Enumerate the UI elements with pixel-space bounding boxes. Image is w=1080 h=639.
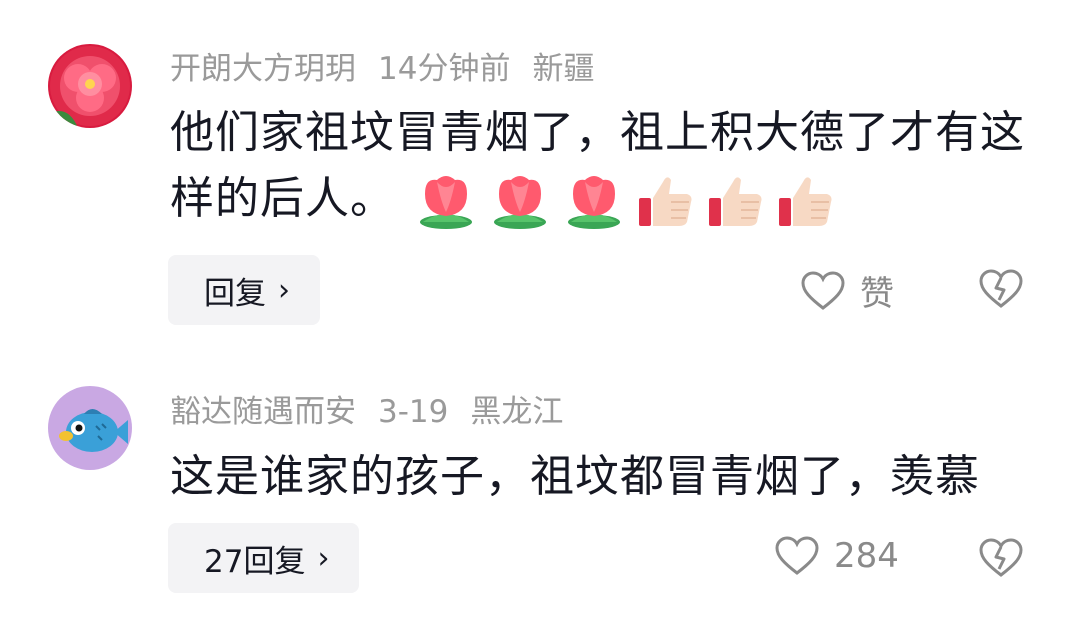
- thumbs-up-emoji: [709, 177, 762, 226]
- reply-button[interactable]: 回复 ›: [168, 255, 320, 325]
- thumbs-up-emoji: [639, 177, 692, 226]
- broken-heart-icon: [979, 538, 1023, 577]
- tulip-emoji: [420, 176, 472, 229]
- location: 新疆: [532, 51, 595, 87]
- emoji-row: [415, 172, 835, 230]
- location: 黑龙江: [470, 394, 564, 430]
- comment-text: 他们家祖坟冒青烟了，祖上积大德了才有这样的后人。: [170, 100, 1050, 232]
- broken-heart-icon: [979, 269, 1023, 308]
- fish-icon: [48, 386, 132, 470]
- like-button[interactable]: 284: [774, 535, 899, 577]
- like-count: 赞: [860, 274, 894, 314]
- chevron-right-icon: ›: [278, 272, 290, 308]
- username[interactable]: 豁达随遇而安: [170, 394, 356, 430]
- dislike-button[interactable]: [978, 268, 1024, 314]
- like-count: 284: [834, 536, 899, 576]
- tulip-emoji: [568, 176, 620, 229]
- reply-label: 回复: [204, 275, 266, 312]
- avatar[interactable]: [48, 44, 132, 128]
- tulip-emoji: [494, 176, 546, 229]
- chevron-right-icon: ›: [317, 540, 330, 576]
- timestamp: 3-19: [378, 394, 449, 430]
- dislike-button[interactable]: [978, 537, 1024, 583]
- comment-meta: 开朗大方玥玥 14分钟前 新疆: [170, 49, 616, 89]
- heart-icon: [801, 270, 845, 310]
- timestamp: 14分钟前: [378, 51, 511, 87]
- thumbs-up-emoji: [779, 177, 832, 226]
- comment-text: 这是谁家的孩子，祖坟都冒青烟了，羡慕: [170, 451, 980, 502]
- heart-icon: [775, 536, 819, 575]
- reply-button[interactable]: 27回复 ›: [168, 523, 360, 593]
- avatar[interactable]: [48, 386, 132, 470]
- username[interactable]: 开朗大方玥玥: [170, 51, 356, 87]
- peony-flower-icon: [48, 44, 132, 128]
- reply-label: 27回复: [204, 543, 306, 580]
- like-button[interactable]: 赞: [800, 266, 894, 315]
- comment-meta: 豁达随遇而安 3-19 黑龙江: [170, 392, 585, 432]
